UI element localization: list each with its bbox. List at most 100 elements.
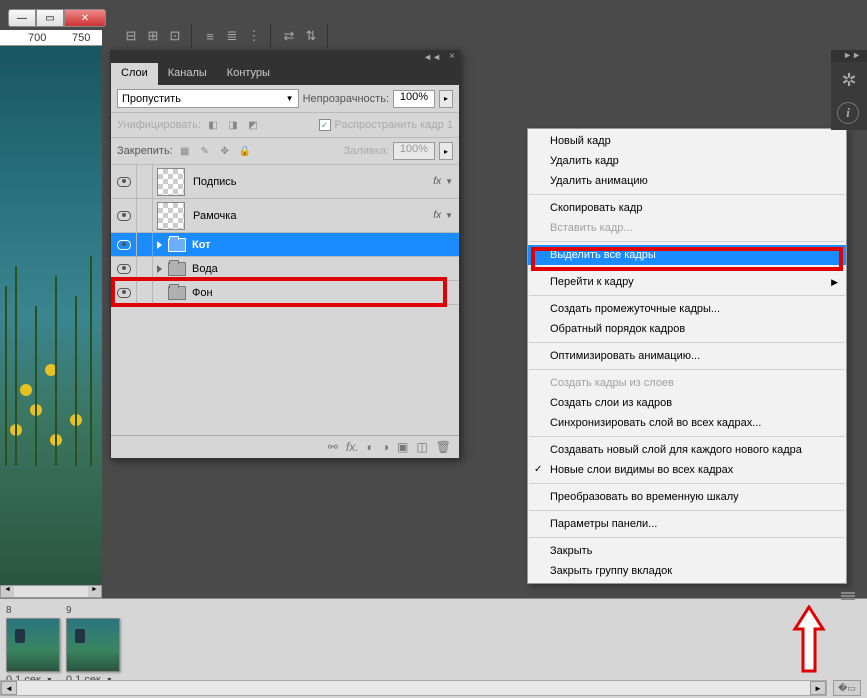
menu-item[interactable]: Параметры панели... [528,514,846,534]
menu-item[interactable]: Создать слои из кадров [528,393,846,413]
menu-separator [529,436,845,437]
layer-name[interactable]: Кот [188,239,459,251]
opacity-label: Непрозрачность: [303,93,389,105]
new-group-icon[interactable]: ▣ [397,440,408,454]
canvas[interactable] [0,46,102,586]
frame-thumbnail[interactable] [6,618,60,672]
tab-paths[interactable]: Контуры [217,63,280,85]
maximize-button[interactable]: ▭ [36,9,64,27]
menu-item[interactable]: Закрыть группу вкладок [528,561,846,581]
opacity-input[interactable]: 100% [393,90,435,108]
fill-flyout[interactable]: ▸ [439,142,453,160]
layer-name[interactable]: Подпись [189,176,433,188]
collapse-arrows-icon[interactable]: ►► [831,50,867,62]
fx-badge[interactable]: fx [433,176,445,187]
layer-group-row[interactable]: Кот [111,233,459,257]
menu-item[interactable]: Удалить анимацию [528,171,846,191]
frame-thumbnail[interactable] [66,618,120,672]
propagate-checkbox[interactable]: ✓ [319,119,331,131]
distribute-icon[interactable]: ≣ [222,26,242,46]
animation-frame[interactable]: 9 0,1 сек.▼ [66,605,122,686]
close-button[interactable]: ✕ [64,9,106,27]
info-icon[interactable]: i [837,102,859,124]
timeline-scrollbar[interactable]: ◄ ► [0,680,827,696]
layer-name[interactable]: Фон [188,287,459,299]
lock-position-icon[interactable]: ✥ [217,143,233,159]
lock-transparent-icon[interactable]: ▦ [177,143,193,159]
minimize-button[interactable]: — [8,9,36,27]
tab-layers[interactable]: Слои [111,63,158,85]
opacity-flyout[interactable]: ▸ [439,90,453,108]
visibility-icon[interactable] [117,288,131,298]
align-icon[interactable]: ⊞ [143,26,163,46]
layer-group-row[interactable]: Фон [111,281,459,305]
right-dock: ►► ✲ i [831,50,867,130]
tab-channels[interactable]: Каналы [158,63,217,85]
animation-context-menu: Новый кадрУдалить кадрУдалить анимацию Ск… [527,128,847,584]
layer-thumbnail[interactable] [157,202,185,230]
menu-separator [529,483,845,484]
menu-separator [529,369,845,370]
layer-group-row[interactable]: Вода [111,257,459,281]
menu-item[interactable]: Перейти к кадру▶ [528,272,846,292]
distribute-icon[interactable]: ⇄ [279,26,299,46]
layer-row[interactable]: Рамочка fx ▼ [111,199,459,233]
align-icon[interactable]: ⊟ [121,26,141,46]
menu-item[interactable]: Оптимизировать анимацию... [528,346,846,366]
panel-titlebar[interactable]: ◄◄ × [111,51,459,63]
unify-visibility-icon[interactable]: ◨ [225,117,241,133]
lock-pixels-icon[interactable]: ✎ [197,143,213,159]
visibility-icon[interactable] [117,211,131,221]
menu-item[interactable]: Создавать новый слой для каждого нового … [528,440,846,460]
propagate-label: Распространить кадр 1 [335,119,453,131]
distribute-icon[interactable]: ≡ [200,26,220,46]
menu-item[interactable]: Закрыть [528,541,846,561]
visibility-icon[interactable] [117,264,131,274]
canvas-scrollbar[interactable]: ◄ ► [0,585,102,598]
unify-style-icon[interactable]: ◩ [245,117,261,133]
navigator-icon[interactable]: ✲ [833,64,865,96]
visibility-icon[interactable] [117,177,131,187]
panel-close-icon[interactable]: × [449,51,455,62]
collapse-arrows-icon[interactable]: ◄◄ [423,52,441,62]
menu-item[interactable]: Скопировать кадр [528,198,846,218]
animation-frame[interactable]: 8 0,1 сек.▼ [6,605,62,686]
submenu-arrow-icon: ▶ [831,277,838,288]
timeline-menu-icon[interactable] [839,591,859,603]
menu-item[interactable]: Удалить кадр [528,151,846,171]
unify-position-icon[interactable]: ◧ [205,117,221,133]
layer-row[interactable]: Подпись fx ▼ [111,165,459,199]
lock-all-icon[interactable]: 🔒 [237,143,253,159]
timeline-mode-toggle[interactable]: �▭ [833,680,861,696]
menu-item[interactable]: Создать промежуточные кадры... [528,299,846,319]
layer-style-icon[interactable]: fx. [346,440,359,454]
expand-icon[interactable] [157,265,162,273]
menu-item[interactable]: Новые слои видимы во всех кадрах✓ [528,460,846,480]
visibility-icon[interactable] [117,240,131,250]
align-icon[interactable]: ⊡ [165,26,185,46]
distribute-icon[interactable]: ⋮ [244,26,264,46]
layer-thumbnail[interactable] [157,168,185,196]
frame-number: 8 [6,605,62,618]
fill-input[interactable]: 100% [393,142,435,160]
layer-name[interactable]: Вода [188,263,459,275]
menu-item[interactable]: Выделить все кадры [528,245,846,265]
expand-icon[interactable] [157,241,162,249]
blend-mode-select[interactable]: Пропустить▼ [117,89,299,108]
layer-mask-icon[interactable]: ◐ [367,440,374,454]
menu-item[interactable]: Новый кадр [528,131,846,151]
fx-badge[interactable]: fx [433,210,445,221]
menu-item[interactable]: Преобразовать во временную шкалу [528,487,846,507]
folder-icon [168,262,186,276]
delete-layer-icon[interactable]: 🗑 [436,440,451,454]
check-icon: ✓ [534,464,542,475]
layer-name[interactable]: Рамочка [189,210,433,222]
window-controls: — ▭ ✕ [8,9,106,27]
adjustment-layer-icon[interactable]: ◑ [382,440,389,454]
menu-item[interactable]: Синхронизировать слой во всех кадрах... [528,413,846,433]
menu-item[interactable]: Обратный порядок кадров [528,319,846,339]
link-layers-icon[interactable]: ⚯ [328,440,338,454]
new-layer-icon[interactable]: ◫ [416,440,427,454]
distribute-icon[interactable]: ⇅ [301,26,321,46]
ruler-horizontal: 700 750 [0,30,102,46]
